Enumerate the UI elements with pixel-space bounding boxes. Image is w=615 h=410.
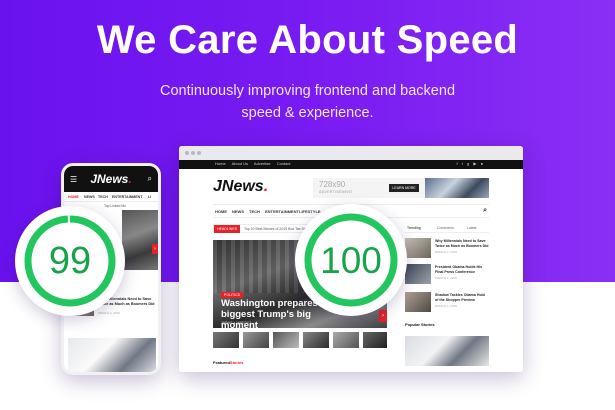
sidebar-tabs: Trending Comments Latest — [405, 224, 489, 233]
hero-title: We Care About Speed — [96, 18, 519, 62]
nav-item-entertainment[interactable]: ENTERTAINMENT — [265, 209, 299, 214]
breaking-tag: HEADLINES — [214, 225, 240, 233]
window-dot — [197, 151, 201, 155]
thumbnail-strip — [213, 332, 387, 348]
nav-item-news[interactable]: NEWS — [84, 195, 95, 199]
article-thumbnail — [405, 292, 431, 312]
youtube-icon[interactable]: ▶ — [473, 161, 476, 166]
topbar-links: Home About Us Advertise Contact — [215, 161, 296, 166]
article-title[interactable]: President Obama Holds His Final Press Co… — [435, 265, 489, 274]
popular-story-image[interactable] — [405, 336, 489, 366]
mobile-nav: HOME NEWS TECH ENTERTAINMENT LI — [64, 192, 158, 202]
article-title[interactable]: Shadow Tackles Obama Hold of the Shopper… — [435, 293, 489, 302]
logo-text: JNews — [213, 178, 264, 195]
mobile-header: ☰ JNews. ⌕ — [64, 166, 158, 192]
ad-size: 728x90 — [319, 180, 346, 189]
thumbnail[interactable] — [273, 332, 299, 348]
facebook-icon[interactable]: f — [457, 161, 458, 166]
browser-bar — [179, 146, 523, 160]
user-icon[interactable]: ● — [481, 161, 483, 166]
topbar-link[interactable]: Advertise — [254, 161, 271, 166]
article-date: MARCH 2, 2019 — [435, 304, 457, 308]
featured-label-a: Featured — [213, 360, 230, 365]
search-icon[interactable]: ⌕ — [483, 207, 487, 215]
article-thumbnail — [405, 238, 431, 258]
nav-item-news[interactable]: NEWS — [232, 209, 244, 214]
ad-image — [425, 178, 489, 198]
thumbnail[interactable] — [363, 332, 387, 348]
featured-meta: JNEWS ● MARCH 2 — [221, 321, 252, 325]
chevron-right-icon[interactable]: › — [152, 244, 158, 254]
topbar-link[interactable]: Contact — [277, 161, 291, 166]
hero-subtitle-line-2: speed & experience. — [241, 105, 374, 121]
sidebar-article[interactable]: Shadow Tackles Obama Hold of the Shopper… — [405, 292, 489, 314]
social-icons: f t g ▶ ● — [454, 161, 483, 166]
tab-comments[interactable]: Comments — [437, 226, 454, 230]
sidebar-article[interactable]: Why Millennials Need to Save Twice as Mu… — [405, 238, 489, 260]
thumbnail[interactable] — [333, 332, 359, 348]
nav-item-tech[interactable]: TECH — [98, 195, 108, 199]
nav-item-tech[interactable]: TECH — [249, 209, 260, 214]
sidebar-article[interactable]: President Obama Holds His Final Press Co… — [405, 264, 489, 286]
topbar-link[interactable]: Home — [215, 161, 226, 166]
article-date: MARCH 2, 2019 — [435, 276, 457, 280]
ad-banner[interactable]: 728x90 ADVERTISEMENT LEARN MORE — [313, 178, 489, 198]
nav-item-entertainment[interactable]: ENTERTAINMENT — [112, 195, 142, 199]
tab-latest[interactable]: Latest — [467, 226, 477, 230]
article-date: MARCH 2, 2019 — [435, 250, 457, 254]
google-icon[interactable]: g — [467, 161, 469, 166]
logo-dot: . — [263, 178, 269, 195]
nav-item-home[interactable]: HOME — [215, 209, 227, 214]
hero-subtitle-line-1: Continuously improving frontend and back… — [159, 83, 456, 99]
desktop-score-gauge: 100 — [295, 204, 407, 316]
featured-label-b: Stories — [229, 360, 244, 365]
logo-text: JNews — [90, 172, 129, 186]
logo-dot: . — [128, 172, 132, 186]
thumbnail[interactable] — [213, 332, 239, 348]
window-dot — [191, 151, 195, 155]
search-icon[interactable]: ⌕ — [148, 174, 152, 184]
article-thumbnail — [405, 264, 431, 284]
mobile-featured-image[interactable]: › — [122, 210, 158, 270]
mobile-logo[interactable]: JNews. — [64, 172, 158, 186]
site-topbar: Home About Us Advertise Contact f t g ▶ … — [179, 160, 523, 169]
popular-stories-heading: Popular Stories — [405, 322, 435, 327]
mobile-score-gauge: 99 — [15, 206, 125, 316]
ad-learn-more-button[interactable]: LEARN MORE — [389, 184, 419, 192]
topbar-link[interactable]: About Us — [232, 161, 248, 166]
nav-item-home[interactable]: HOME — [68, 195, 79, 199]
score-value: 100 — [320, 240, 382, 281]
ad-label: ADVERTISEMENT — [319, 190, 353, 194]
thumbnail[interactable] — [303, 332, 329, 348]
featured-stories-heading: FeaturedStories — [213, 360, 243, 365]
twitter-icon[interactable]: t — [462, 161, 463, 166]
window-dot — [185, 151, 189, 155]
tab-trending[interactable]: Trending — [407, 226, 421, 230]
thumbnail[interactable] — [243, 332, 269, 348]
nav-item-lifestyle[interactable]: LI — [148, 195, 151, 199]
mobile-bottom-image[interactable] — [68, 338, 156, 372]
hero-subtitle: Continuously improving frontend and back… — [0, 80, 615, 124]
score-value: 99 — [48, 240, 92, 282]
site-logo[interactable]: JNews. — [213, 178, 268, 196]
article-title[interactable]: Why Millennials Need to Save Twice as Mu… — [435, 239, 489, 248]
